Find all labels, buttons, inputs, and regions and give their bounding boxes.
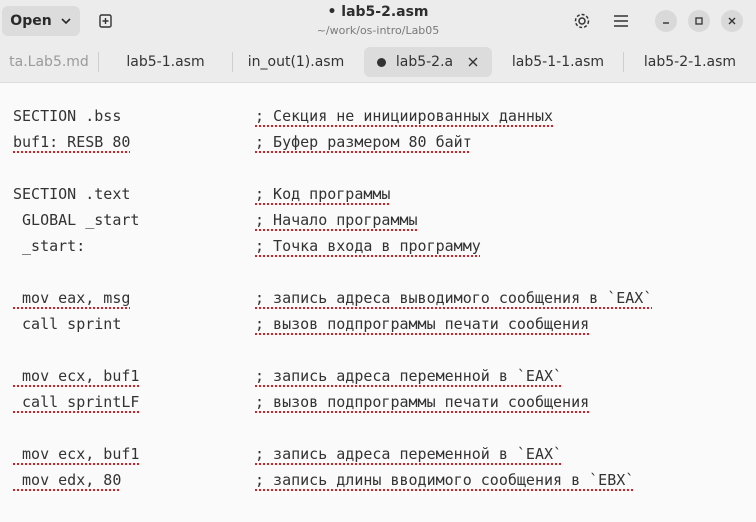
tab-lab5-1-1-asm[interactable]: lab5-1-1.asm [495, 42, 621, 82]
code-comment: ; запись длины вводимого сообщения в `EB… [255, 471, 635, 489]
minimize-icon [663, 22, 669, 24]
gear-icon [574, 13, 590, 29]
code-line: GLOBAL _start [13, 209, 139, 231]
code-line: mov eax, msg [13, 287, 130, 309]
tab-close-icon[interactable] [467, 56, 479, 68]
code-text: mov ecx, buf1 [13, 445, 140, 463]
code-text: call sprintLF [13, 393, 140, 411]
code-text: buf1: RESB 80 [13, 133, 131, 151]
code-comment: ; вызов подпрограммы печати сообщения [255, 315, 590, 333]
tab-label: lab5-2-1.asm [643, 54, 737, 70]
code-comment: ; Секция не инициированных данных [255, 107, 554, 125]
code-line: call sprint [13, 313, 121, 335]
code-line: SECTION .bss [13, 105, 121, 127]
text-editor[interactable]: SECTION .bss ; Секция не инициированных … [0, 83, 756, 522]
code-text: mov edx, 80 [13, 471, 122, 489]
tab-label: in_out(1).asm [247, 54, 345, 70]
code-text: GLOBAL _start [13, 211, 140, 229]
code-comment: ; запись адреса выводимого сообщения в `… [255, 289, 653, 307]
tab-lab5-2-asm[interactable]: lab5-2.a [364, 42, 492, 82]
code-line: mov ecx, buf1 [13, 365, 139, 387]
code-text: call sprint [13, 315, 122, 333]
tab-label: ta.Lab5.md [9, 54, 89, 70]
active-tab-background: lab5-2.a [364, 47, 492, 77]
code-comment: ; Начало программы [255, 211, 418, 229]
title-bar: Open • lab5-2.asm ~/work/os-intro/Lab05 [0, 0, 756, 42]
code-line: _start: [13, 235, 85, 257]
tab-in-out-asm[interactable]: in_out(1).asm [233, 42, 359, 82]
code-comment: ; запись адреса переменной в `EAX` [255, 445, 563, 463]
minimize-button[interactable] [655, 10, 677, 32]
maximize-icon [695, 17, 703, 25]
code-line: mov edx, 80 [13, 469, 121, 491]
code-comment: ; вызов подпрограммы печати сообщения [255, 393, 590, 411]
settings-button[interactable] [569, 8, 595, 34]
close-icon [728, 17, 736, 25]
tab-lab5-md[interactable]: ta.Lab5.md [0, 42, 98, 82]
menu-button[interactable] [608, 8, 634, 34]
window-path: ~/work/os-intro/Lab05 [316, 24, 440, 37]
window-title: • lab5-2.asm [327, 4, 429, 20]
tab-label: lab5-2.a [395, 54, 454, 70]
tab-lab5-1-asm[interactable]: lab5-1.asm [99, 42, 232, 82]
modified-dot-icon [376, 57, 386, 67]
code-line: SECTION .text [13, 183, 130, 205]
code-text: SECTION .text [13, 185, 131, 203]
tab-lab5-2-1-asm[interactable]: lab5-2-1.asm [624, 42, 756, 82]
close-window-button[interactable] [721, 10, 743, 32]
tab-bar: ta.Lab5.md lab5-1.asm in_out(1).asm lab5… [0, 42, 756, 83]
code-comment: ; Точка входа в программу [255, 237, 481, 255]
code-line: mov ecx, buf1 [13, 443, 139, 465]
code-text: mov eax, msg [13, 289, 131, 307]
tab-label: lab5-1.asm [126, 54, 205, 70]
tab-label: lab5-1-1.asm [511, 54, 605, 70]
maximize-button[interactable] [688, 10, 710, 32]
code-comment: ; Код программы [255, 185, 391, 203]
code-comment: ; Буфер размером 80 байт [255, 133, 472, 151]
hamburger-menu-icon [614, 15, 628, 27]
code-text: _start: [13, 237, 86, 255]
code-text: mov ecx, buf1 [13, 367, 140, 385]
code-line: buf1: RESB 80 [13, 131, 130, 153]
code-line: call sprintLF [13, 391, 139, 413]
code-comment: ; запись адреса переменной в `EAX` [255, 367, 563, 385]
code-text: SECTION .bss [13, 107, 122, 125]
